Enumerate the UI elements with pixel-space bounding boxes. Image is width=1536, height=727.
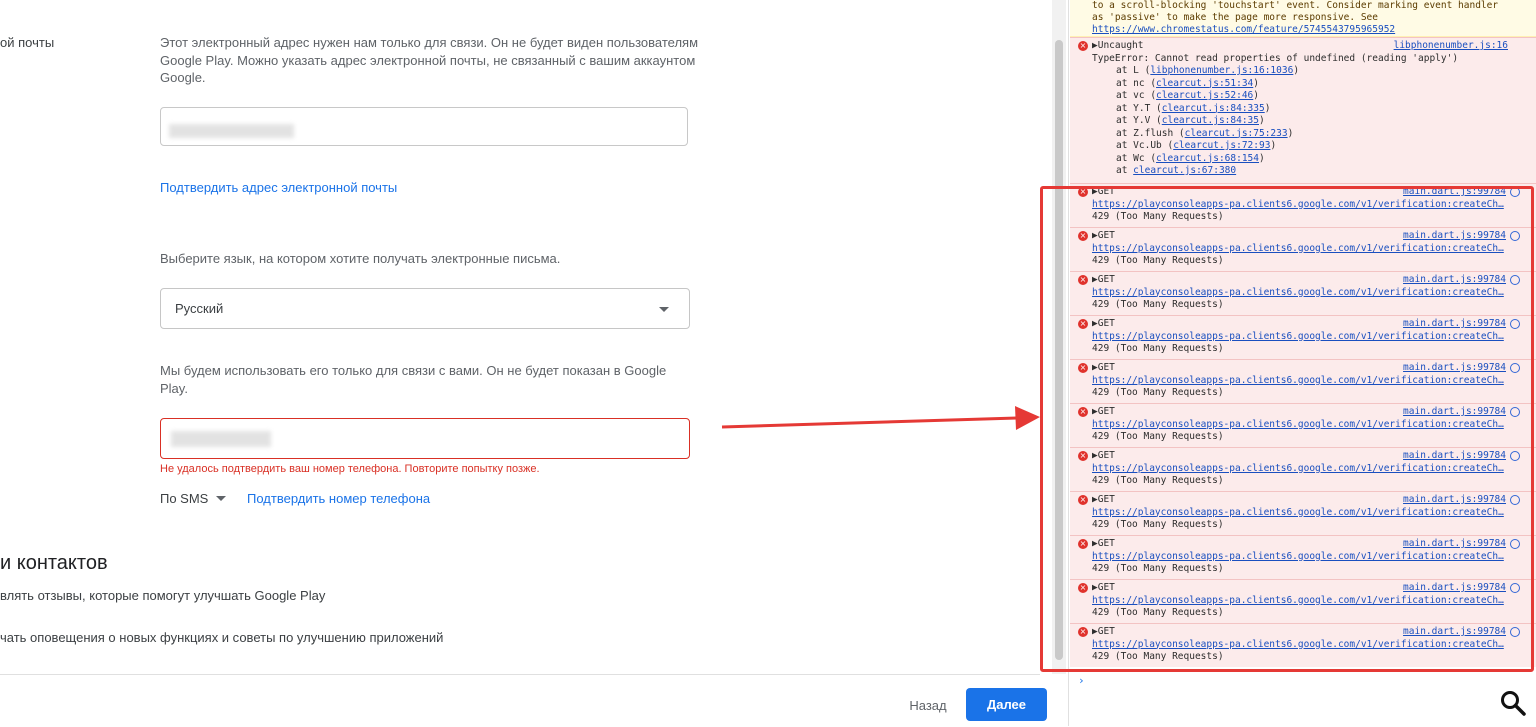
stack-frame-fn: at <box>1116 165 1134 176</box>
stack-frame: at L (libphonenumber.js:16:1036) <box>1116 65 1514 78</box>
stack-frame: at Y.T (clearcut.js:84:335) <box>1116 103 1514 116</box>
stack-frame-link[interactable]: clearcut.js:67:380 <box>1133 165 1236 176</box>
stack-frame: at Wc (clearcut.js:68:154) <box>1116 153 1514 166</box>
stack-frame-link[interactable]: clearcut.js:72:93 <box>1173 140 1270 151</box>
stack-frame-link[interactable]: clearcut.js:52:46 <box>1156 90 1253 101</box>
stack-frame: at Z.flush (clearcut.js:75:233) <box>1116 128 1514 141</box>
stack-frame-end: ) <box>1287 127 1294 139</box>
stack-frame-link[interactable]: clearcut.js:84:35 <box>1162 115 1259 126</box>
stack-frame-fn: at Vc.Ub ( <box>1116 140 1174 151</box>
stack-frame: at vc (clearcut.js:52:46) <box>1116 90 1514 103</box>
stack-frame-link[interactable]: clearcut.js:84:335 <box>1162 103 1265 114</box>
uncaught-message: TypeError: Cannot read properties of und… <box>1092 52 1459 64</box>
stack-frame: at nc (clearcut.js:51:34) <box>1116 78 1514 91</box>
stack-frame-fn: at nc ( <box>1116 77 1157 89</box>
warning-link[interactable]: https://www.chromestatus.com/feature/574… <box>1092 24 1395 35</box>
stack-trace: at L (libphonenumber.js:16:1036) at nc (c… <box>1092 65 1514 178</box>
warning-text-2: as 'passive' to make the page more respo… <box>1092 12 1378 23</box>
stack-frame: at Y.V (clearcut.js:84:35) <box>1116 115 1514 128</box>
stack-frame-fn: at Z.flush ( <box>1116 127 1185 139</box>
stack-frame-fn: at Y.T ( <box>1116 102 1162 114</box>
stack-frame-end: ) <box>1253 90 1260 101</box>
annotation-highlight-box <box>1040 186 1534 672</box>
stack-frame: at clearcut.js:67:380 <box>1116 165 1514 178</box>
stack-frame-link[interactable]: clearcut.js:51:34 <box>1156 78 1253 89</box>
stack-frame-end: ) <box>1259 115 1265 126</box>
console-prompt[interactable]: › <box>1078 674 1085 687</box>
stack-frame: at Vc.Ub (clearcut.js:72:93) <box>1116 140 1514 153</box>
stack-frame-fn: at L ( <box>1116 65 1151 76</box>
warning-text-1: to a scroll-blocking 'touchstart' event.… <box>1092 0 1499 11</box>
error-circle-icon: × <box>1078 41 1088 51</box>
stack-frame-link[interactable]: clearcut.js:68:154 <box>1156 153 1259 164</box>
stack-frame-fn: at Wc ( <box>1116 152 1157 164</box>
stack-frame-fn: at Y.V ( <box>1116 115 1162 126</box>
stack-frame-end: ) <box>1293 65 1300 76</box>
uncaught-source-link[interactable]: libphonenumber.js:16 <box>1394 40 1508 53</box>
stack-frame-end: ) <box>1264 102 1271 114</box>
uncaught-error-row[interactable]: × ▶Uncaught libphonenumber.js:16 TypeErr… <box>1070 37 1536 183</box>
stack-frame-end: ) <box>1270 140 1277 151</box>
stack-frame-link[interactable]: clearcut.js:75:233 <box>1185 128 1288 139</box>
stack-frame-link[interactable]: libphonenumber.js:16:1036 <box>1150 65 1293 76</box>
stack-frame-fn: at vc ( <box>1116 90 1157 101</box>
console-warning: to a scroll-blocking 'touchstart' event.… <box>1070 0 1536 37</box>
stack-frame-end: ) <box>1259 152 1265 164</box>
stack-frame-end: ) <box>1253 77 1260 89</box>
search-icon[interactable] <box>1500 690 1526 716</box>
